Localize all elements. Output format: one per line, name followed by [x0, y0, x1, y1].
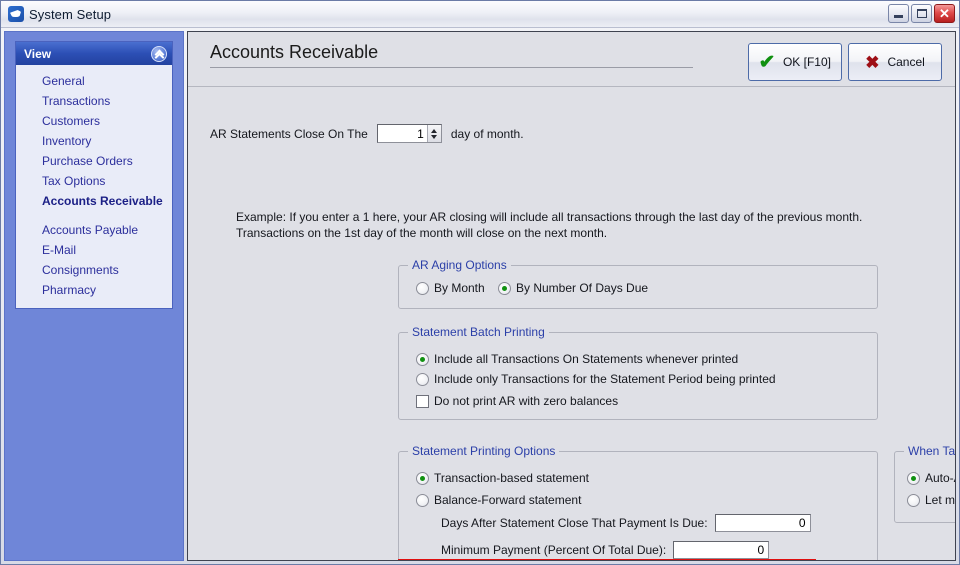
sidebar-item-purchase-orders[interactable]: Purchase Orders: [16, 151, 172, 171]
sidebar-item-customers[interactable]: Customers: [16, 111, 172, 131]
radio-balance-forward-statement-label: Balance-Forward statement: [434, 493, 582, 507]
ok-button[interactable]: ✔ OK [F10]: [748, 43, 842, 81]
navigation-list: General Transactions Customers Inventory…: [16, 65, 172, 308]
x-mark-icon: ✖: [865, 52, 880, 72]
system-setup-window-root: System Setup ✕ View General Transactions: [0, 0, 960, 565]
ar-close-suffix-label: day of month.: [450, 126, 524, 141]
stepper-down-icon[interactable]: [431, 134, 438, 139]
minimum-payment-label: Minimum Payment (Percent Of Total Due):: [441, 543, 667, 557]
statement-printing-options-title: Statement Printing Options: [408, 444, 560, 458]
checkbox-no-zero-balances-icon[interactable]: [416, 394, 429, 408]
sidebar-item-transactions[interactable]: Transactions: [16, 91, 172, 111]
radio-let-me-choose-credits[interactable]: Let me choose the credtis to apply: [907, 493, 955, 507]
window-title: System Setup: [29, 6, 112, 22]
radio-include-all-transactions-label: Include all Transactions On Statements w…: [434, 352, 739, 366]
ar-close-day-stepper[interactable]: [376, 124, 442, 143]
radio-let-me-choose-credits-label: Let me choose the credtis to apply: [925, 493, 955, 507]
main-panel: Accounts Receivable ✔ OK [F10] ✖ Cancel: [187, 31, 956, 561]
ar-statements-close-row: AR Statements Close On The day of month.: [210, 124, 524, 143]
radio-transaction-based-statement-label: Transaction-based statement: [434, 471, 589, 485]
days-after-statement-close-input[interactable]: [714, 514, 811, 532]
statement-batch-printing-title: Statement Batch Printing: [408, 325, 549, 339]
radio-let-me-choose-credits-icon[interactable]: [907, 493, 920, 507]
main-header: Accounts Receivable ✔ OK [F10] ✖ Cancel: [188, 32, 955, 87]
sidebar-item-accounts-payable[interactable]: Accounts Payable: [16, 220, 172, 240]
stepper-arrows[interactable]: [426, 125, 441, 142]
sidebar-item-tax-options[interactable]: Tax Options: [16, 171, 172, 191]
minimum-payment-row: Minimum Payment (Percent Of Total Due):: [441, 541, 770, 559]
radio-include-all-transactions-icon[interactable]: [416, 352, 429, 366]
minimum-payment-input[interactable]: [673, 541, 770, 559]
ar-aging-options-title: AR Aging Options: [408, 258, 511, 272]
sidebar-item-inventory[interactable]: Inventory: [16, 131, 172, 151]
maximize-icon[interactable]: [911, 4, 932, 23]
close-icon[interactable]: ✕: [934, 4, 955, 23]
payments-credits-title: When Taking Payments & Using Credits: [904, 444, 955, 458]
radio-auto-apply-oldest-to-newest[interactable]: Auto-Apply from oldest to newest: [907, 471, 955, 485]
radio-include-only-statement-period[interactable]: Include only Transactions for the Statem…: [416, 372, 776, 386]
title-bar: System Setup ✕: [1, 1, 959, 28]
radio-by-month[interactable]: By Month: [416, 281, 485, 295]
application-window: System Setup ✕ View General Transactions: [0, 0, 960, 565]
radio-by-number-of-days-due[interactable]: By Number Of Days Due: [498, 281, 648, 295]
radio-include-all-transactions[interactable]: Include all Transactions On Statements w…: [416, 352, 738, 366]
sidebar-item-email[interactable]: E-Mail: [16, 240, 172, 260]
navigation-header: View: [16, 42, 172, 65]
sidebar-item-consignments[interactable]: Consignments: [16, 260, 172, 280]
chevron-double-up-icon[interactable]: [151, 45, 167, 62]
window-body: View General Transactions Customers Inve…: [1, 28, 959, 564]
radio-balance-forward-statement-icon[interactable]: [416, 493, 429, 507]
navigation-header-title: View: [24, 46, 52, 61]
stepper-up-icon[interactable]: [431, 128, 438, 133]
radio-by-number-of-days-due-icon[interactable]: [498, 281, 511, 295]
radio-by-month-label: By Month: [434, 281, 485, 295]
radio-by-number-of-days-due-label: By Number Of Days Due: [516, 281, 649, 295]
page-title: Accounts Receivable: [210, 42, 379, 62]
cancel-button[interactable]: ✖ Cancel: [848, 43, 942, 81]
radio-by-month-icon[interactable]: [416, 281, 429, 295]
ok-button-label: OK [F10]: [782, 55, 831, 69]
app-logo-icon: [8, 6, 24, 22]
cancel-button-label: Cancel: [887, 55, 925, 69]
minimize-icon[interactable]: [888, 4, 909, 23]
payments-credits-group: When Taking Payments & Using Credits: [894, 444, 955, 523]
radio-include-only-statement-period-icon[interactable]: [416, 372, 429, 386]
sidebar-item-general[interactable]: General: [16, 71, 172, 91]
sidebar-separator: [16, 211, 172, 220]
ar-close-prefix-label: AR Statements Close On The: [210, 126, 368, 141]
radio-auto-apply-oldest-to-newest-icon[interactable]: [907, 471, 920, 485]
radio-balance-forward-statement[interactable]: Balance-Forward statement: [416, 493, 581, 507]
sidebar-item-accounts-receivable[interactable]: Accounts Receivable: [16, 191, 172, 211]
days-after-statement-close-row: Days After Statement Close That Payment …: [441, 514, 811, 532]
title-divider: [210, 67, 693, 68]
header-buttons: ✔ OK [F10] ✖ Cancel: [748, 41, 942, 81]
radio-transaction-based-statement-icon[interactable]: [416, 471, 429, 485]
check-mark-icon: ✔: [758, 51, 776, 73]
checkbox-no-zero-balances[interactable]: Do not print AR with zero balances: [416, 394, 618, 408]
days-after-statement-close-label: Days After Statement Close That Payment …: [441, 516, 708, 530]
main-content: AR Statements Close On The day of month.…: [188, 87, 955, 560]
example-help-text: Example: If you enter a 1 here, your AR …: [236, 210, 863, 240]
radio-auto-apply-oldest-to-newest-label: Auto-Apply from oldest to newest: [925, 471, 955, 485]
page-title-wrap: Accounts Receivable: [210, 41, 748, 68]
radio-include-only-statement-period-label: Include only Transactions for the Statem…: [434, 372, 776, 386]
ar-close-day-input[interactable]: [377, 125, 427, 142]
navigation-panel: View General Transactions Customers Inve…: [15, 41, 173, 309]
window-controls: ✕: [888, 4, 955, 23]
sidebar: View General Transactions Customers Inve…: [4, 31, 184, 561]
sidebar-item-pharmacy[interactable]: Pharmacy: [16, 280, 172, 300]
checkbox-no-zero-balances-label: Do not print AR with zero balances: [434, 394, 619, 408]
radio-transaction-based-statement[interactable]: Transaction-based statement: [416, 471, 589, 485]
